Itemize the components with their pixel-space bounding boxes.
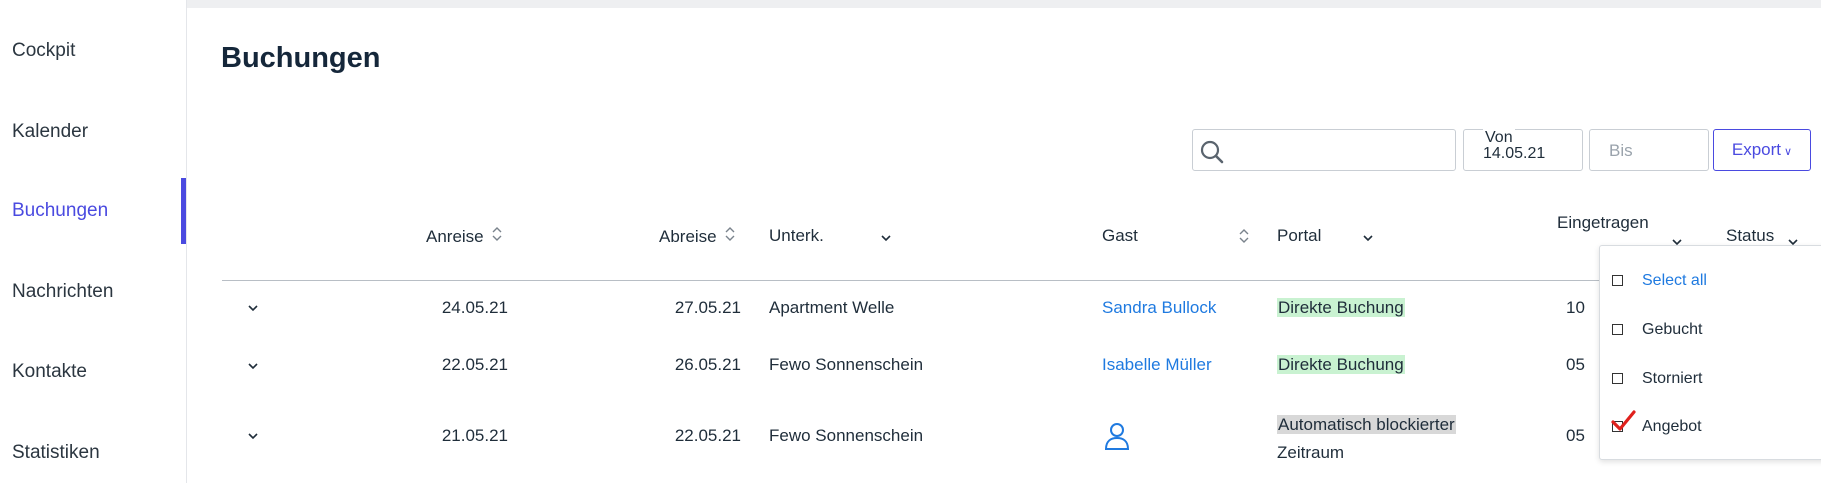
- top-bar: [187, 0, 1821, 8]
- status-filter-dropdown: Select all Gebucht Storniert Angebot: [1599, 245, 1821, 460]
- sidebar-item-cockpit[interactable]: Cockpit: [0, 18, 186, 84]
- checkmark-icon: [1611, 410, 1636, 431]
- sort-icon: [492, 226, 502, 245]
- checkbox[interactable]: [1612, 373, 1623, 384]
- cell-unterk: Fewo Sonnenschein: [769, 426, 924, 445]
- sidebar-item-kontakte[interactable]: Kontakte: [0, 339, 186, 405]
- expand-row-icon[interactable]: [247, 358, 259, 374]
- expand-row-icon[interactable]: [247, 300, 259, 316]
- cell-portal: Automatisch blockierter Zeitraum: [1277, 411, 1456, 467]
- cell-abreise: 27.05.21: [674, 298, 741, 317]
- sidebar-item-statistiken[interactable]: Statistiken: [0, 420, 186, 486]
- portal-tag-line2: Zeitraum: [1277, 443, 1345, 462]
- cell-anreise: 21.05.21: [441, 426, 508, 445]
- header-status[interactable]: Status: [1726, 226, 1774, 246]
- date-to-field[interactable]: Bis: [1589, 129, 1709, 171]
- sidebar-item-buchungen[interactable]: Buchungen: [0, 178, 186, 244]
- portal-tag: Direkte Buchung: [1277, 355, 1405, 374]
- cell-portal: Direkte Buchung: [1277, 355, 1405, 375]
- cell-eingetragen: 05: [1566, 426, 1585, 445]
- status-option-storniert[interactable]: Storniert: [1612, 368, 1812, 394]
- header-abreise[interactable]: Abreise: [659, 226, 735, 247]
- checkbox[interactable]: [1612, 275, 1623, 286]
- header-abreise-label: Abreise: [659, 227, 717, 246]
- date-to-placeholder: Bis: [1609, 141, 1633, 160]
- header-anreise[interactable]: Anreise: [426, 226, 502, 247]
- portal-tag: Automatisch blockierter: [1277, 415, 1456, 434]
- header-eingetragen-label: Eingetragen: [1557, 213, 1649, 232]
- header-unterk-label: Unterk.: [769, 226, 824, 245]
- status-option-gebucht[interactable]: Gebucht: [1612, 319, 1812, 345]
- header-anreise-label: Anreise: [426, 227, 484, 246]
- chevron-down-icon[interactable]: [1362, 228, 1374, 248]
- date-from-value: 14.05.21: [1483, 145, 1546, 162]
- search-input[interactable]: [1229, 136, 1453, 166]
- header-unterk[interactable]: Unterk.: [769, 226, 824, 246]
- header-portal[interactable]: Portal: [1277, 226, 1321, 246]
- person-icon[interactable]: [1104, 421, 1130, 456]
- header-gast[interactable]: Gast: [1102, 226, 1138, 246]
- header-status-label: Status: [1726, 226, 1775, 245]
- cell-abreise: 26.05.21: [674, 355, 741, 374]
- chevron-down-icon: ∨: [1784, 146, 1793, 158]
- sort-icon[interactable]: [1239, 228, 1249, 249]
- cell-anreise: 22.05.21: [441, 355, 508, 374]
- cell-eingetragen: 10: [1566, 298, 1585, 317]
- cell-abreise: 22.05.21: [674, 426, 741, 445]
- sidebar: Cockpit Kalender Buchungen Nachrichten K…: [0, 0, 187, 483]
- checkbox[interactable]: [1612, 324, 1623, 335]
- header-eingetragen[interactable]: Eingetragen: [1557, 213, 1649, 233]
- date-from-field[interactable]: Von 14.05.21: [1463, 129, 1583, 171]
- sidebar-item-nachrichten[interactable]: Nachrichten: [0, 259, 186, 325]
- sort-icon: [725, 226, 735, 245]
- portal-tag: Direkte Buchung: [1277, 298, 1405, 317]
- status-option-angebot[interactable]: Angebot: [1611, 410, 1812, 442]
- search-box[interactable]: [1192, 129, 1456, 171]
- sidebar-item-kalender[interactable]: Kalender: [0, 99, 186, 165]
- expand-row-icon[interactable]: [247, 428, 259, 444]
- page-title: Buchungen: [221, 42, 381, 74]
- search-icon: [1200, 140, 1224, 164]
- cell-eingetragen: 05: [1566, 355, 1585, 374]
- cell-anreise: 24.05.21: [441, 298, 508, 317]
- select-all-link[interactable]: Select all: [1642, 272, 1707, 290]
- status-option-label: Angebot: [1642, 418, 1702, 435]
- status-option-label: Storniert: [1642, 370, 1703, 387]
- chevron-down-icon[interactable]: [880, 228, 892, 248]
- status-option-label: Gebucht: [1642, 321, 1703, 338]
- header-gast-label: Gast: [1102, 226, 1138, 245]
- guest-link[interactable]: Isabelle Müller: [1102, 355, 1212, 375]
- cell-unterk: Apartment Welle: [769, 298, 895, 317]
- select-all-option[interactable]: Select all: [1612, 270, 1812, 296]
- header-divider: [222, 280, 1821, 281]
- export-button[interactable]: Export ∨: [1713, 129, 1811, 171]
- export-label: Export: [1731, 140, 1782, 159]
- guest-link[interactable]: Sandra Bullock: [1102, 298, 1216, 318]
- header-portal-label: Portal: [1277, 226, 1322, 245]
- cell-portal: Direkte Buchung: [1277, 298, 1405, 318]
- cell-unterk: Fewo Sonnenschein: [769, 355, 924, 374]
